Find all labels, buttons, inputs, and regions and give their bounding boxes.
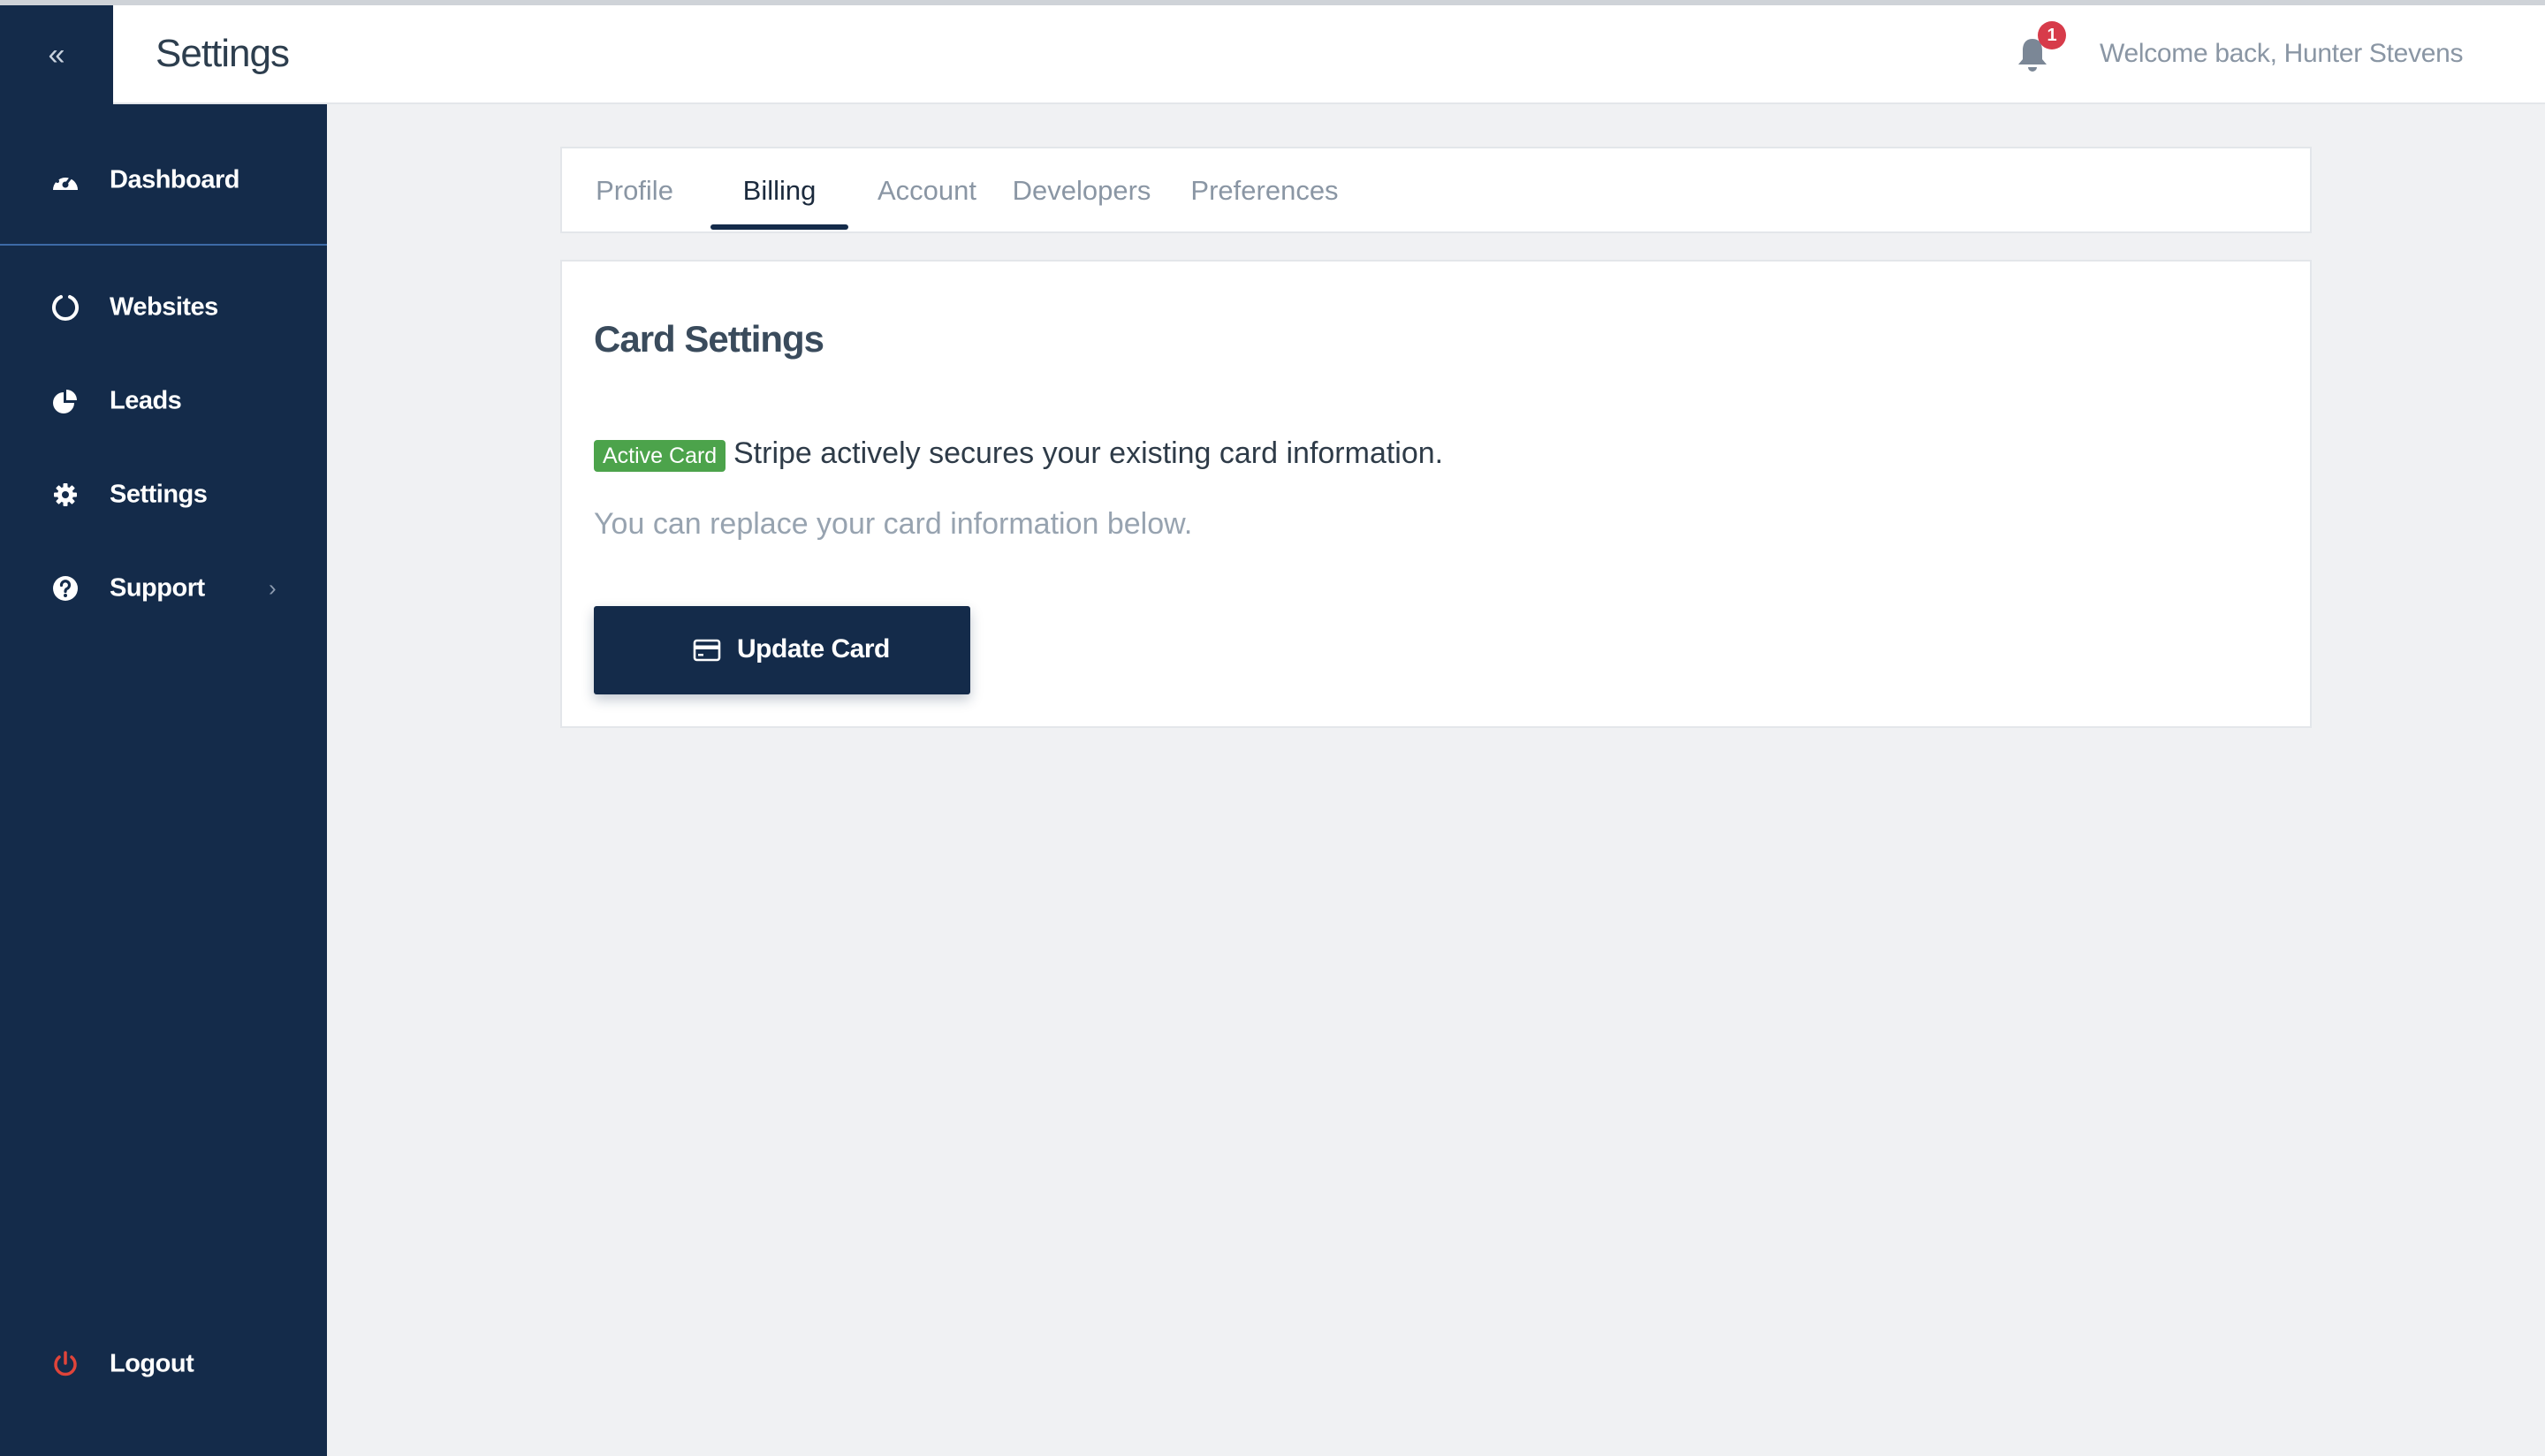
sidebar-item-leads[interactable]: Leads [0, 366, 327, 436]
sidebar-item-websites[interactable]: Websites [0, 272, 327, 343]
gear-icon [49, 479, 81, 511]
pie-chart-icon [49, 385, 81, 417]
credit-card-icon [693, 638, 721, 663]
circle-notch-icon [49, 292, 81, 323]
question-circle-icon [49, 573, 81, 604]
tab-preferences[interactable]: Preferences [1181, 148, 1348, 233]
speedometer-icon [49, 164, 81, 196]
tab-account[interactable]: Account [871, 148, 983, 233]
card-settings-panel: Card Settings Active Card Stripe activel… [560, 260, 2312, 728]
sidebar-dashboard-section: Dashboard [0, 129, 327, 246]
active-tab-indicator [710, 224, 848, 230]
collapse-sidebar-icon[interactable]: « [0, 5, 113, 104]
tab-profile[interactable]: Profile [589, 148, 680, 233]
secure-info-text: Stripe actively secures your existing ca… [733, 436, 1444, 470]
sidebar-item-logout[interactable]: Logout [0, 1329, 327, 1399]
sidebar-item-settings[interactable]: Settings [0, 459, 327, 530]
sidebar-item-label: Websites [110, 292, 218, 322]
replace-info-text: You can replace your card information be… [594, 507, 1193, 541]
sidebar-item-support[interactable]: Support › [0, 553, 327, 624]
settings-tabs: Profile Billing Account Developers Prefe… [560, 147, 2312, 233]
update-card-button[interactable]: Update Card [594, 606, 970, 694]
power-icon [49, 1348, 81, 1380]
notification-badge: 1 [2038, 21, 2066, 49]
sidebar-item-dashboard[interactable]: Dashboard [0, 145, 327, 216]
card-settings-title: Card Settings [594, 318, 824, 360]
user-menu[interactable]: Welcome back, Hunter Stevens [2100, 39, 2464, 69]
sidebar-item-label: Leads [110, 386, 182, 415]
sidebar-item-label: Dashboard [110, 165, 239, 194]
tab-billing[interactable]: Billing [710, 148, 848, 233]
active-card-badge: Active Card [594, 440, 726, 472]
sidebar: « Dashboard Websites Leads Settings Supp… [0, 5, 327, 1456]
page-title: Settings [156, 32, 290, 75]
sidebar-item-label: Settings [110, 480, 208, 509]
top-header: Settings 1 Welcome back, Hunter Stevens … [113, 5, 2545, 104]
chevron-right-icon: › [269, 574, 277, 602]
update-card-label: Update Card [737, 634, 890, 664]
logout-label: Logout [110, 1349, 194, 1378]
tab-developers[interactable]: Developers [1007, 148, 1156, 233]
sidebar-item-label: Support [110, 573, 205, 603]
